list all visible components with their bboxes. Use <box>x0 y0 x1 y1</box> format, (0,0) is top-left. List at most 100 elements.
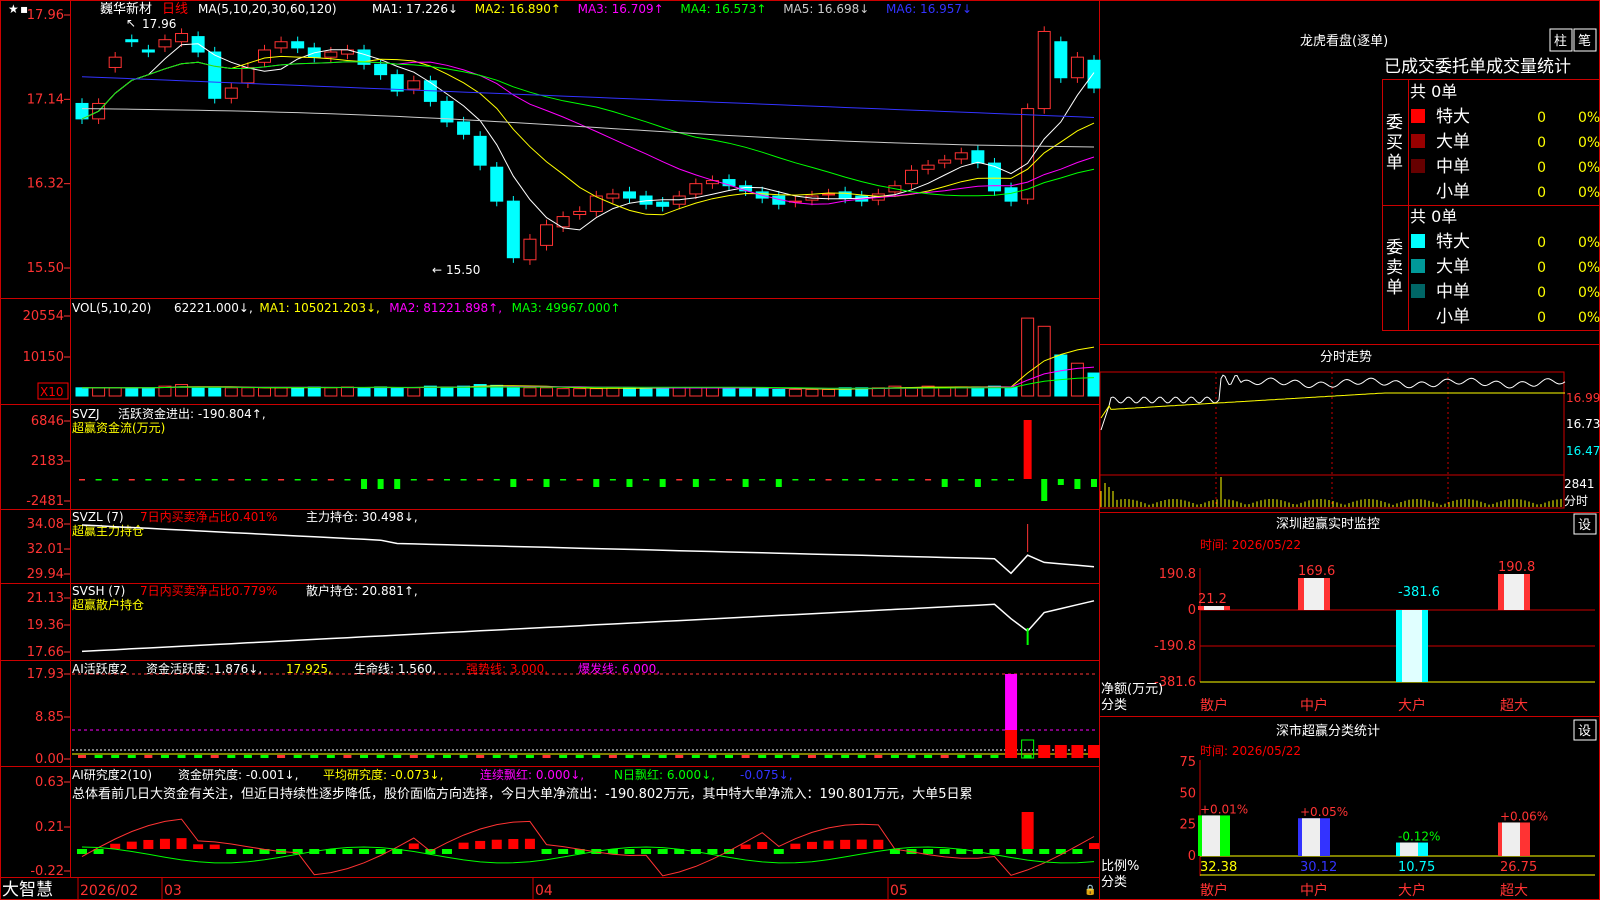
svzj-bar <box>759 479 766 481</box>
ai1-bar <box>393 755 402 758</box>
sell-total: 共 0单 <box>1410 207 1457 226</box>
class-y-tick: 75 <box>1179 755 1196 770</box>
legend-swatch <box>1411 234 1425 248</box>
ai1-y-axis: 17.93 8.85 0.00 <box>27 667 70 767</box>
svzj-bar <box>510 479 517 487</box>
vol-bar <box>357 387 371 397</box>
order-count: 0 <box>1537 285 1546 301</box>
candle-body <box>224 87 238 99</box>
period-label[interactable]: 日线 <box>162 2 188 17</box>
candle-body <box>241 66 255 84</box>
y-tick-label: 34.08 <box>27 517 64 532</box>
y-tick-label: 17.96 <box>27 8 64 23</box>
tab-zhu[interactable]: 柱 <box>1554 34 1567 49</box>
svzj-bar <box>692 479 699 487</box>
ai2-bar <box>458 842 469 849</box>
vol-bar <box>705 387 719 397</box>
svzl-line <box>81 524 1095 575</box>
ai2-bar <box>989 849 1000 854</box>
ai1-bar <box>924 755 933 758</box>
ai1-bar <box>343 755 352 758</box>
dragon-columns: 已成交委托单成交量统计 <box>1384 57 1571 77</box>
svzj-bar <box>344 479 351 481</box>
ai2-bar <box>856 839 867 849</box>
ai2-bar <box>342 849 353 854</box>
candle-body <box>274 41 288 49</box>
vol-bar <box>689 387 703 397</box>
svsh-holding: 散户持仓: 20.881↑, <box>306 583 418 598</box>
ai1-bar <box>476 755 485 758</box>
svzj-header: SVZJ <box>72 407 100 421</box>
vol-bar <box>788 388 802 397</box>
monitor-bar-highlight <box>1304 578 1324 610</box>
vol-bar <box>224 387 238 397</box>
order-count: 0 <box>1537 235 1546 251</box>
svzj-bar <box>1091 479 1097 487</box>
legend-swatch <box>1411 134 1425 148</box>
star-icon[interactable]: ★ <box>8 2 19 16</box>
sz-class-settings[interactable]: 设 <box>1578 724 1591 739</box>
vol-bar <box>822 388 836 397</box>
candle-body <box>656 201 670 207</box>
sz-monitor-settings[interactable]: 设 <box>1578 518 1591 533</box>
vol-bar <box>141 387 155 397</box>
monitor-value-label: 190.8 <box>1498 560 1535 575</box>
date-label: 2026/02 <box>80 883 138 899</box>
legend-swatch <box>1411 109 1425 123</box>
ai1-bar <box>459 755 468 758</box>
class-category: 超大 <box>1500 883 1528 899</box>
svzj-value: 活跃资金进出: -190.804↑, <box>118 406 266 421</box>
ai2-y-axis: 0.63 0.21 -0.22 <box>30 775 70 879</box>
legend-swatch <box>1411 309 1425 323</box>
ma-header: MA(5,10,20,30,60,120) <box>198 2 337 16</box>
candle-body <box>523 238 537 261</box>
ai2-bar <box>757 841 768 849</box>
vol-bar <box>324 387 338 397</box>
candle-body <box>971 150 985 164</box>
order-type: 特大 <box>1436 232 1470 252</box>
low-arrow-icon: ← <box>432 263 442 277</box>
y-tick-label: 10150 <box>23 350 64 365</box>
ai1-bar <box>360 755 369 758</box>
ai1-bar <box>243 755 252 758</box>
ai1-bar <box>957 755 966 758</box>
candle-body <box>208 51 222 99</box>
candle-body <box>938 159 952 164</box>
y-tick-label: 0.00 <box>35 752 64 767</box>
ma-legend-item: MA2: 16.890↑ <box>475 2 561 16</box>
ai2-header: AI研究度2(10) <box>72 767 152 782</box>
svzj-bar <box>477 479 484 481</box>
intraday-vol-unit: 分时 <box>1564 494 1588 508</box>
svzj-bar <box>991 479 998 481</box>
candle-body <box>1054 41 1068 79</box>
vol-legend-item: MA1: 105021.203↓, <box>259 301 379 315</box>
ai1-bar <box>758 755 767 758</box>
svzj-sub: 超赢资金流(万元) <box>72 420 165 435</box>
ai2-bar <box>724 849 735 854</box>
ma-legend: MA1: 17.226↓ MA2: 16.890↑ MA3: 16.709↑ MA4:… <box>372 2 972 16</box>
ai1-bar <box>725 755 734 758</box>
ai1-bar <box>111 755 120 758</box>
class-bar-highlight <box>1400 842 1418 856</box>
vol-bar <box>175 384 189 397</box>
monitor-category: 大户 <box>1398 697 1426 714</box>
ai1-bar <box>409 755 418 758</box>
tab-bi[interactable]: 笔 <box>1578 33 1591 49</box>
svzj-bar <box>925 479 932 481</box>
vol-bar <box>540 387 554 397</box>
svzj-bar <box>394 479 401 489</box>
svzj-bar <box>974 479 981 487</box>
vol-bar <box>506 385 520 397</box>
ai1-bar <box>774 755 783 758</box>
order-pct: 0% <box>1578 185 1600 201</box>
lock-icon[interactable]: 🔒 <box>1084 884 1096 896</box>
svzj-bar <box>79 479 85 481</box>
vol-bar <box>92 387 106 397</box>
svzj-bar <box>95 479 102 481</box>
svzj-bar <box>742 479 749 487</box>
svzj-bar <box>626 479 633 487</box>
buy-rows: 特大 0 0% 大单 0 0% 中单 0 0% 小单 0 0% <box>1411 107 1600 202</box>
sz-class-time: 时间: 2026/05/22 <box>1200 744 1301 758</box>
class-value-label: 32.38 <box>1200 860 1237 875</box>
vol-bar <box>805 388 819 397</box>
